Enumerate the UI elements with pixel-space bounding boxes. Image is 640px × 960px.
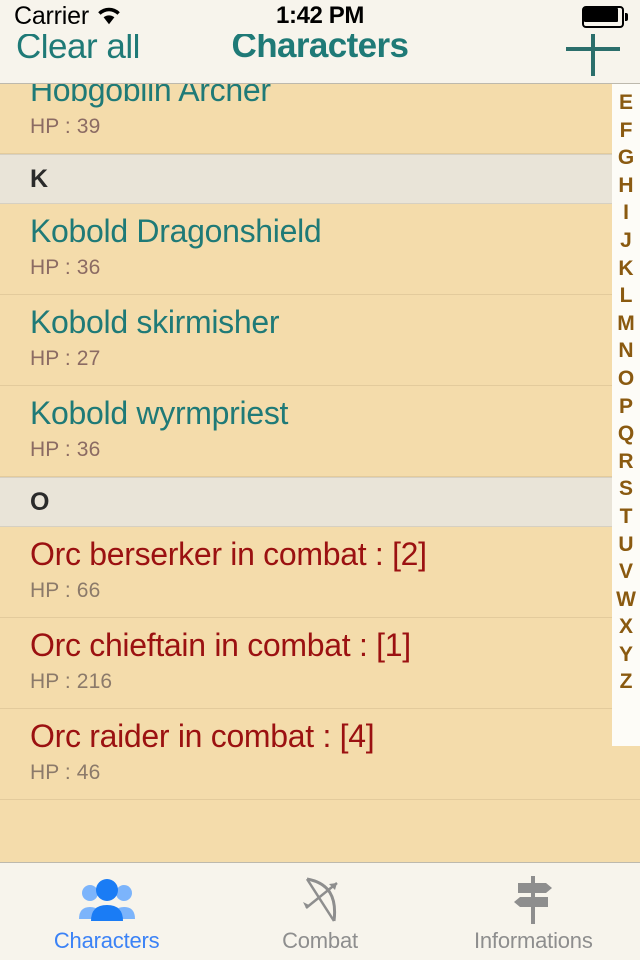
- row-title: Kobold skirmisher: [30, 304, 280, 340]
- row-title: Orc berserker in combat : [2]: [30, 536, 427, 572]
- index-letter-M[interactable]: M: [612, 310, 640, 338]
- battery-full-icon: [582, 6, 628, 28]
- table-row[interactable]: Kobold skirmisher HP : 27: [0, 295, 640, 386]
- signpost-icon: [503, 875, 563, 925]
- index-letter-N[interactable]: N: [612, 337, 640, 365]
- index-letter-X[interactable]: X: [612, 613, 640, 641]
- index-letter-H[interactable]: H: [612, 172, 640, 200]
- index-letter-S[interactable]: S: [612, 475, 640, 503]
- index-letter-F[interactable]: F: [612, 117, 640, 145]
- tab-label: Characters: [53, 928, 160, 953]
- row-title: Orc chieftain in combat : [1]: [30, 627, 411, 663]
- battery-level: [584, 8, 618, 22]
- row-title: Kobold wyrmpriest: [30, 395, 289, 431]
- table-row[interactable]: Kobold wyrmpriest HP : 36: [0, 386, 640, 477]
- characters-list[interactable]: Hobgoblin Archer HP : 39 K Kobold Dragonshi…: [0, 84, 640, 862]
- tab-informations[interactable]: Informations: [427, 863, 640, 960]
- index-letter-E[interactable]: E: [612, 89, 640, 117]
- index-letter-Z[interactable]: Z: [612, 668, 640, 696]
- tab-characters[interactable]: Characters: [0, 863, 213, 960]
- index-letter-I[interactable]: I: [612, 199, 640, 227]
- section-header: K: [0, 154, 640, 204]
- row-hp-label: HP : 36: [30, 256, 101, 279]
- tab-bar: Characters Combat Informations: [0, 862, 640, 960]
- table-row[interactable]: Orc raider in combat : [4] HP : 46: [0, 709, 640, 800]
- people-group-icon: [77, 875, 137, 925]
- index-letter-T[interactable]: T: [612, 503, 640, 531]
- index-letter-K[interactable]: K: [612, 255, 640, 283]
- row-hp-label: HP : 27: [30, 347, 101, 370]
- index-letter-V[interactable]: V: [612, 558, 640, 586]
- table-row[interactable]: Orc chieftain in combat : [1] HP : 216: [0, 618, 640, 709]
- status-bar: Carrier 1:42 PM: [0, 0, 640, 34]
- section-header: O: [0, 477, 640, 527]
- index-letter-Q[interactable]: Q: [612, 420, 640, 448]
- row-hp-label: HP : 36: [30, 438, 101, 461]
- row-title: Orc raider in combat : [4]: [30, 718, 375, 754]
- index-letter-Y[interactable]: Y: [612, 641, 640, 669]
- index-letter-U[interactable]: U: [612, 531, 640, 559]
- row-hp-label: HP : 39: [30, 115, 101, 138]
- row-title: Hobgoblin Archer: [30, 84, 271, 108]
- clock-label: 1:42 PM: [276, 2, 364, 29]
- index-letter-G[interactable]: G: [612, 144, 640, 172]
- bow-and-arrow-icon: [290, 875, 350, 925]
- table-row[interactable]: Hobgoblin Archer HP : 39: [0, 84, 640, 154]
- table-row[interactable]: Kobold Dragonshield HP : 36: [0, 204, 640, 295]
- tab-combat[interactable]: Combat: [213, 863, 426, 960]
- index-letter-J[interactable]: J: [612, 227, 640, 255]
- app-screen: Hobgoblin Archer HP : 39 K Kobold Dragonshi…: [0, 0, 640, 960]
- battery-cap: [625, 13, 628, 21]
- row-hp-label: HP : 66: [30, 579, 101, 602]
- index-letter-O[interactable]: O: [612, 365, 640, 393]
- row-hp-label: HP : 46: [30, 761, 101, 784]
- index-letter-W[interactable]: W: [612, 586, 640, 614]
- index-letter-L[interactable]: L: [612, 282, 640, 310]
- index-letter-R[interactable]: R: [612, 448, 640, 476]
- alphabet-index-bar[interactable]: EFGHIJKLMNOPQRSTUVWXYZ: [612, 84, 640, 746]
- row-title: Kobold Dragonshield: [30, 213, 322, 249]
- table-row[interactable]: Orc berserker in combat : [2] HP : 66: [0, 527, 640, 618]
- row-hp-label: HP : 216: [30, 670, 113, 693]
- tab-label: Informations: [473, 928, 593, 953]
- index-letter-P[interactable]: P: [612, 393, 640, 421]
- tab-label: Combat: [282, 928, 358, 953]
